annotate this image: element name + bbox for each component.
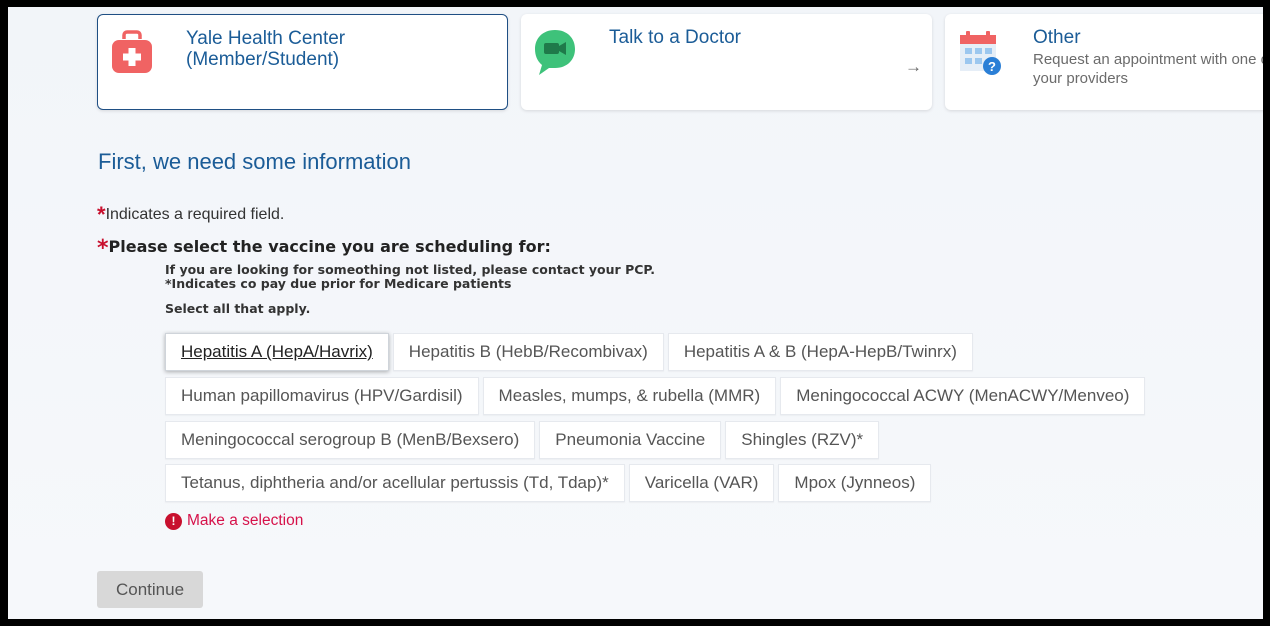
card-title: Talk to a Doctor [609, 27, 741, 48]
svg-text:?: ? [988, 59, 996, 74]
selection-error: ! Make a selection [165, 512, 303, 530]
vaccine-row: Tetanus, diphtheria and/or acellular per… [165, 464, 932, 502]
select-all-note: Select all that apply. [165, 301, 311, 316]
card-title: Yale Health Center (Member/Student) [186, 28, 346, 70]
vaccine-option-pneumonia[interactable]: Pneumonia Vaccine [539, 421, 722, 459]
note-copay: *Indicates co pay due prior for Medicare… [165, 276, 512, 291]
card-yale-health-center[interactable]: Yale Health Center (Member/Student) [97, 14, 508, 110]
required-star: * [97, 236, 109, 261]
required-field-note: *Indicates a required field. [97, 202, 285, 227]
vaccine-option-varicella[interactable]: Varicella (VAR) [628, 464, 775, 502]
required-star: * [97, 202, 106, 227]
vaccine-option-mpox[interactable]: Mpox (Jynneos) [778, 464, 932, 502]
vaccine-option-mmr[interactable]: Measles, mumps, & rubella (MMR) [482, 377, 777, 415]
calendar-question-icon: ? [960, 31, 1001, 75]
card-other[interactable]: ? Other Request an appointment with one … [945, 14, 1263, 110]
vaccine-option-tdap[interactable]: Tetanus, diphtheria and/or acellular per… [165, 464, 625, 502]
vaccine-row: Meningococcal serogroup B (MenB/Bexsero)… [165, 421, 880, 459]
card-talk-to-doctor[interactable]: Talk to a Doctor → [521, 14, 932, 110]
scheduling-page: Yale Health Center (Member/Student) Talk… [8, 7, 1263, 619]
error-icon: ! [165, 512, 182, 530]
medical-bag-icon [112, 30, 152, 73]
note-not-listed: If you are looking for someothing not li… [165, 262, 656, 277]
continue-button[interactable]: Continue [97, 571, 203, 608]
vaccine-option-shingles[interactable]: Shingles (RZV)* [725, 421, 880, 459]
vaccine-question: *Please select the vaccine you are sched… [97, 236, 551, 261]
vaccine-row: Human papillomavirus (HPV/Gardisil) Meas… [165, 377, 1146, 415]
card-title: Other [1033, 27, 1081, 48]
card-description: Request an appointment with one of your … [1033, 51, 1263, 87]
vaccine-option-menacwy[interactable]: Meningococcal ACWY (MenACWY/Menveo) [780, 377, 1146, 415]
vaccine-option-hepatitis-a-b[interactable]: Hepatitis A & B (HepA-HepB/Twinrx) [667, 333, 973, 371]
vaccine-option-hepatitis-a[interactable]: Hepatitis A (HepA/Havrix) [165, 333, 389, 371]
arrow-right-icon: → [905, 57, 922, 76]
error-message: Make a selection [187, 512, 304, 529]
section-heading: First, we need some information [98, 149, 412, 174]
vaccine-option-hpv[interactable]: Human papillomavirus (HPV/Gardisil) [165, 377, 479, 415]
vaccine-option-menb[interactable]: Meningococcal serogroup B (MenB/Bexsero) [165, 421, 536, 459]
video-chat-icon [535, 30, 575, 75]
vaccine-row: Hepatitis A (HepA/Havrix) Hepatitis B (H… [165, 333, 973, 371]
vaccine-option-hepatitis-b[interactable]: Hepatitis B (HebB/Recombivax) [392, 333, 664, 371]
